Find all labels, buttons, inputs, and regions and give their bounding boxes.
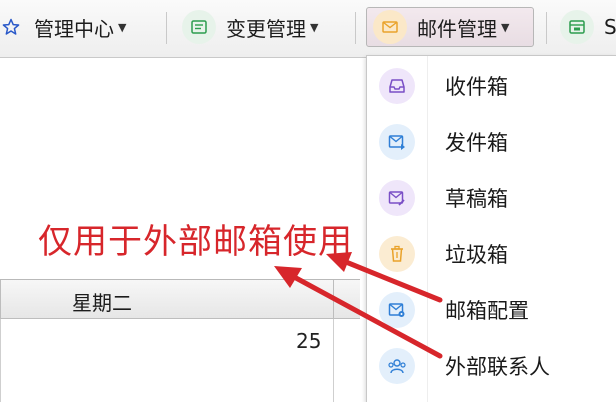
trash-icon	[379, 236, 415, 272]
annotation-text: 仅用于外部邮箱使用	[38, 222, 353, 262]
mail-management-menu: 收件箱 发件箱 草稿箱 垃圾箱 邮箱配置 外部联系人	[366, 55, 616, 402]
toolbar-label: 变更管理	[226, 16, 306, 41]
menu-item-outbox[interactable]: 发件箱	[367, 116, 616, 168]
calendar-date-number[interactable]: 25	[296, 329, 321, 353]
mail-settings-icon	[379, 292, 415, 328]
toolbar-label: 管理中心	[34, 16, 114, 41]
menu-item-label: 垃圾箱	[445, 243, 508, 267]
calendar-gridline	[0, 319, 1, 402]
draft-icon	[379, 180, 415, 216]
calendar-icon	[560, 10, 594, 44]
toolbar-management-center[interactable]: 管理中心 ▼	[0, 7, 126, 47]
menu-item-external-contacts[interactable]: 外部联系人	[367, 340, 616, 392]
star-icon	[0, 16, 22, 38]
inbox-icon	[379, 68, 415, 104]
toolbar-label: 邮件管理	[417, 16, 497, 41]
chevron-down-icon: ▼	[310, 20, 319, 34]
menu-item-label: 草稿箱	[445, 187, 508, 211]
menu-item-drafts[interactable]: 草稿箱	[367, 172, 616, 224]
toolbar-next-item[interactable]: S	[560, 7, 616, 47]
calendar-gridline	[0, 280, 1, 319]
calendar-gridline	[333, 319, 334, 402]
top-toolbar: 管理中心 ▼ 变更管理 ▼ 邮件管理 ▼ S	[0, 0, 616, 58]
toolbar-divider	[546, 12, 547, 44]
envelope-icon	[373, 10, 407, 44]
menu-item-label: 邮箱配置	[445, 299, 529, 323]
contacts-icon	[379, 348, 415, 384]
outbox-icon	[379, 124, 415, 160]
toolbar-label: S	[604, 15, 616, 39]
menu-item-label: 外部联系人	[445, 355, 550, 379]
toolbar-change-management[interactable]: 变更管理 ▼	[182, 7, 318, 47]
menu-item-trash[interactable]: 垃圾箱	[367, 228, 616, 280]
toolbar-mail-management[interactable]: 邮件管理 ▼	[366, 7, 534, 47]
menu-item-label: 发件箱	[445, 131, 508, 155]
chevron-down-icon: ▼	[501, 20, 510, 34]
form-icon	[182, 10, 216, 44]
calendar-day-label: 星期二	[72, 291, 132, 315]
toolbar-divider	[355, 12, 356, 44]
menu-item-label: 收件箱	[445, 75, 508, 99]
menu-item-mailbox-settings[interactable]: 邮箱配置	[367, 284, 616, 336]
calendar-week-header: 星期二	[0, 280, 360, 319]
menu-item-inbox[interactable]: 收件箱	[367, 60, 616, 112]
calendar-gridline	[333, 280, 334, 319]
chevron-down-icon: ▼	[118, 20, 127, 34]
toolbar-divider	[166, 12, 167, 44]
